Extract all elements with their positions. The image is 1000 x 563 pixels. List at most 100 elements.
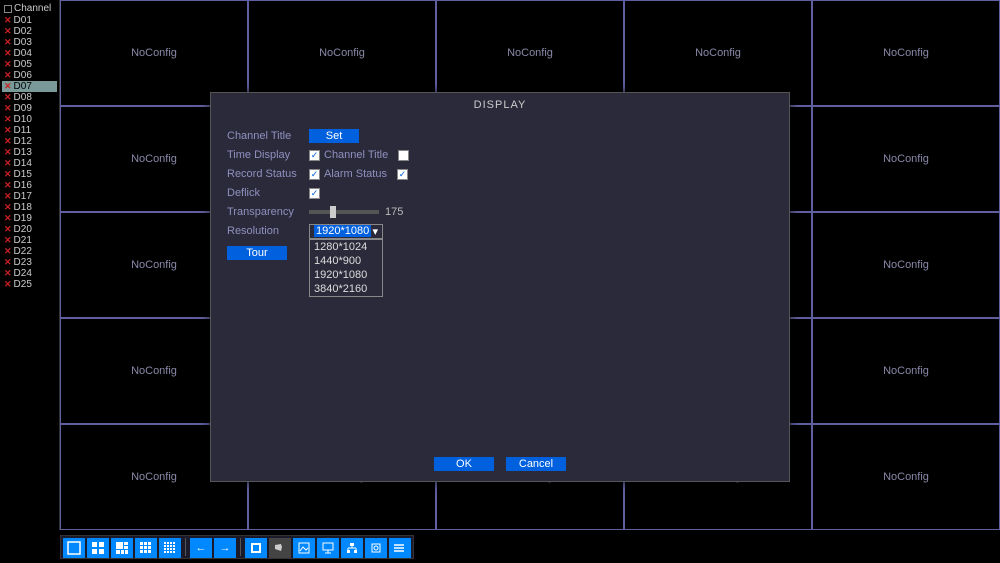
resolution-option[interactable]: 3840*2160 [310, 282, 382, 296]
channel-item[interactable]: ✕D22 [2, 246, 57, 257]
channel-item[interactable]: ✕D03 [2, 37, 57, 48]
record-status-label: Record Status [227, 168, 309, 180]
grid-cell[interactable]: NoConfig [60, 0, 248, 106]
resolution-option[interactable]: 1280*1024 [310, 240, 382, 254]
time-display-checkbox[interactable] [309, 150, 320, 161]
grid-cell[interactable]: NoConfig [624, 0, 812, 106]
x-icon: ✕ [4, 136, 12, 147]
view-single-icon[interactable] [63, 538, 85, 558]
camera-icon[interactable] [269, 538, 291, 558]
x-icon: ✕ [4, 279, 12, 290]
channel-item[interactable]: ✕D24 [2, 268, 57, 279]
channel-label: D14 [14, 158, 32, 169]
tour-button[interactable]: Tour [227, 246, 287, 260]
x-icon: ✕ [4, 92, 12, 103]
channel-item[interactable]: ✕D10 [2, 114, 57, 125]
ok-button[interactable]: OK [434, 457, 494, 471]
channel-item[interactable]: ✕D21 [2, 235, 57, 246]
x-icon: ✕ [4, 191, 12, 202]
channel-item[interactable]: ✕D02 [2, 26, 57, 37]
channel-label: D18 [14, 202, 32, 213]
resolution-option[interactable]: 1920*1080 [310, 268, 382, 282]
x-icon: ✕ [4, 48, 12, 59]
channel-label: D19 [14, 213, 32, 224]
grid-cell[interactable]: NoConfig [812, 318, 1000, 424]
resolution-option[interactable]: 1440*900 [310, 254, 382, 268]
x-icon: ✕ [4, 114, 12, 125]
record-status-checkbox[interactable] [309, 169, 320, 180]
grid-cell[interactable]: NoConfig [248, 0, 436, 106]
channel-item[interactable]: ✕D13 [2, 147, 57, 158]
grid-cell[interactable]: NoConfig [436, 0, 624, 106]
channel-item[interactable]: ✕D11 [2, 125, 57, 136]
chevron-down-icon: ▾ [372, 225, 378, 238]
nav-next-icon[interactable]: → [214, 538, 236, 558]
channel-item[interactable]: ✕D07 [2, 81, 57, 92]
channel-label: D05 [14, 59, 32, 70]
view-seq-icon[interactable] [111, 538, 133, 558]
channel-label: D09 [14, 103, 32, 114]
grid-cell[interactable]: NoConfig [812, 0, 1000, 106]
channel-item[interactable]: ✕D04 [2, 48, 57, 59]
channel-item[interactable]: ✕D19 [2, 213, 57, 224]
sidebar-title: Channel [14, 3, 51, 14]
channel-title-checkbox[interactable] [398, 150, 409, 161]
x-icon: ✕ [4, 235, 12, 246]
grid-cell[interactable]: NoConfig [812, 424, 1000, 530]
alarm-status-checkbox[interactable] [397, 169, 408, 180]
channel-item[interactable]: ✕D15 [2, 169, 57, 180]
channel-item[interactable]: ✕D06 [2, 70, 57, 81]
channel-label: D07 [14, 81, 32, 92]
channel-item[interactable]: ✕D08 [2, 92, 57, 103]
monitor-icon[interactable] [317, 538, 339, 558]
channel-item[interactable]: ✕D18 [2, 202, 57, 213]
channel-item[interactable]: ✕D17 [2, 191, 57, 202]
minus-box-icon[interactable] [4, 5, 12, 13]
transparency-value: 175 [385, 206, 403, 218]
time-display-label: Time Display [227, 149, 309, 161]
channel-label: D08 [14, 92, 32, 103]
grid-cell[interactable]: NoConfig [812, 106, 1000, 212]
x-icon: ✕ [4, 180, 12, 191]
view-quad-icon[interactable] [87, 538, 109, 558]
transparency-slider[interactable] [309, 210, 379, 214]
image-icon[interactable] [293, 538, 315, 558]
channel-label: D06 [14, 70, 32, 81]
deflick-checkbox[interactable] [309, 188, 320, 199]
window-icon[interactable] [245, 538, 267, 558]
disk-icon[interactable] [365, 538, 387, 558]
bottom-toolbar: ← → [60, 535, 414, 559]
channel-item[interactable]: ✕D14 [2, 158, 57, 169]
channel-item[interactable]: ✕D23 [2, 257, 57, 268]
cancel-button[interactable]: Cancel [506, 457, 566, 471]
channel-label: D25 [14, 279, 32, 290]
view-16-icon[interactable] [159, 538, 181, 558]
grid-cell[interactable]: NoConfig [812, 212, 1000, 318]
x-icon: ✕ [4, 15, 12, 26]
x-icon: ✕ [4, 158, 12, 169]
channel-item[interactable]: ✕D01 [2, 15, 57, 26]
channel-item[interactable]: ✕D25 [2, 279, 57, 290]
channel-label: D15 [14, 169, 32, 180]
x-icon: ✕ [4, 268, 12, 279]
channel-label: D04 [14, 48, 32, 59]
resolution-select[interactable]: 1920*1080 ▾ [309, 224, 383, 239]
channel-item[interactable]: ✕D20 [2, 224, 57, 235]
channel-label: D13 [14, 147, 32, 158]
channel-label: D22 [14, 246, 32, 257]
sidebar-header: Channel [2, 2, 57, 15]
channel-item[interactable]: ✕D05 [2, 59, 57, 70]
set-button[interactable]: Set [309, 129, 359, 143]
view-9-icon[interactable] [135, 538, 157, 558]
nav-prev-icon[interactable]: ← [190, 538, 212, 558]
list-icon[interactable] [389, 538, 411, 558]
channel-label: D20 [14, 224, 32, 235]
x-icon: ✕ [4, 257, 12, 268]
channel-item[interactable]: ✕D12 [2, 136, 57, 147]
channel-label: D02 [14, 26, 32, 37]
channel-label: D03 [14, 37, 32, 48]
channel-item[interactable]: ✕D16 [2, 180, 57, 191]
network-icon[interactable] [341, 538, 363, 558]
resolution-label: Resolution [227, 225, 309, 237]
channel-item[interactable]: ✕D09 [2, 103, 57, 114]
